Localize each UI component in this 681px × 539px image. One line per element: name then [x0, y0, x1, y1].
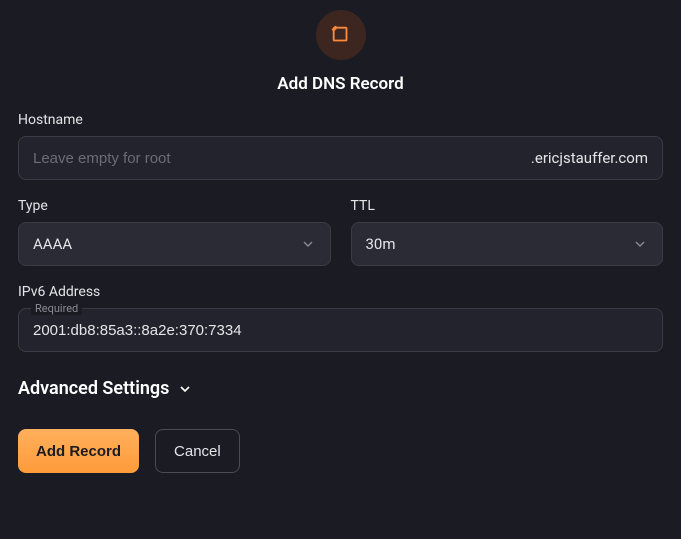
hostname-label: Hostname	[18, 112, 663, 128]
ttl-value: 30m	[366, 235, 396, 253]
advanced-settings-toggle[interactable]: Advanced Settings	[18, 378, 193, 399]
chevron-down-icon	[632, 236, 648, 252]
hostname-suffix: .ericjstauffer.com	[531, 149, 662, 167]
ipv6-input[interactable]	[19, 309, 662, 351]
type-value: AAAA	[33, 235, 72, 253]
ttl-col: TTL 30m	[351, 198, 664, 266]
cancel-button[interactable]: Cancel	[155, 429, 240, 473]
dialog-header: Add DNS Record	[18, 10, 663, 94]
dialog-title: Add DNS Record	[277, 74, 403, 94]
chevron-down-icon	[300, 236, 316, 252]
advanced-label: Advanced Settings	[18, 378, 169, 399]
ttl-label: TTL	[351, 198, 664, 214]
ipv6-field: Required	[18, 308, 663, 352]
ipv6-row: IPv6 Address Required	[18, 284, 663, 352]
hostname-input-wrap: .ericjstauffer.com	[18, 136, 663, 180]
type-select[interactable]: AAAA	[18, 222, 331, 266]
dns-icon	[316, 10, 366, 60]
hostname-row: Hostname .ericjstauffer.com	[18, 112, 663, 180]
dialog-actions: Add Record Cancel	[18, 429, 663, 473]
ipv6-label: IPv6 Address	[18, 284, 663, 300]
type-col: Type AAAA	[18, 198, 331, 266]
chevron-down-icon	[177, 381, 193, 397]
hostname-input[interactable]	[19, 137, 531, 179]
add-record-button[interactable]: Add Record	[18, 429, 139, 473]
ttl-select[interactable]: 30m	[351, 222, 664, 266]
ipv6-float-label: Required	[31, 302, 82, 315]
type-label: Type	[18, 198, 331, 214]
